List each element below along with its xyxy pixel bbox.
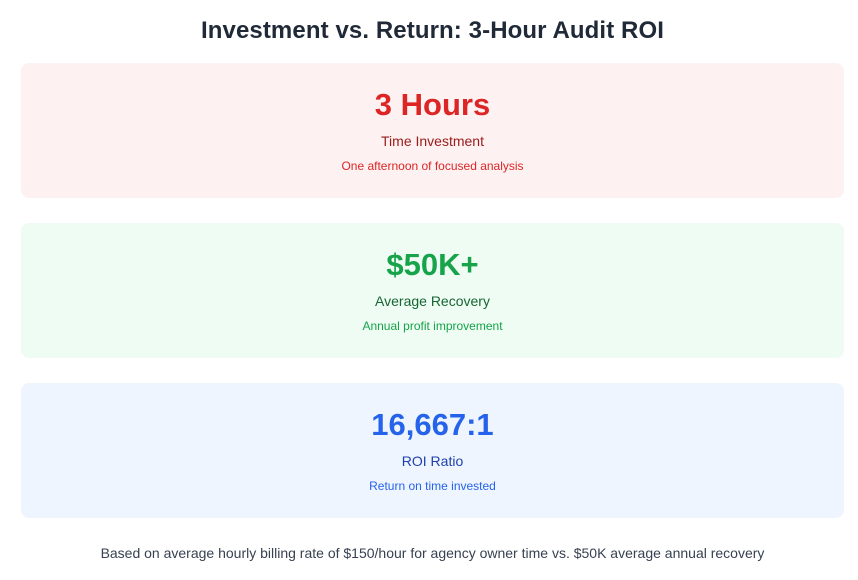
average-recovery-card: $50K+ Average Recovery Annual profit imp…: [21, 223, 844, 358]
roi-ratio-sublabel: Return on time invested: [369, 479, 496, 493]
page-title: Investment vs. Return: 3-Hour Audit ROI: [200, 17, 665, 44]
footnote: Based on average hourly billing rate of …: [100, 545, 765, 561]
time-investment-value: 3 Hours: [374, 87, 491, 122]
time-investment-sublabel: One afternoon of focused analysis: [341, 159, 524, 173]
roi-ratio-value: 16,667:1: [371, 407, 494, 442]
time-investment-label: Time Investment: [381, 133, 484, 149]
roi-ratio-card: 16,667:1 ROI Ratio Return on time invest…: [21, 383, 844, 518]
average-recovery-label: Average Recovery: [375, 293, 490, 309]
time-investment-card: 3 Hours Time Investment One afternoon of…: [21, 63, 844, 198]
average-recovery-value: $50K+: [386, 247, 479, 282]
roi-ratio-label: ROI Ratio: [401, 453, 464, 469]
average-recovery-sublabel: Annual profit improvement: [362, 319, 503, 333]
